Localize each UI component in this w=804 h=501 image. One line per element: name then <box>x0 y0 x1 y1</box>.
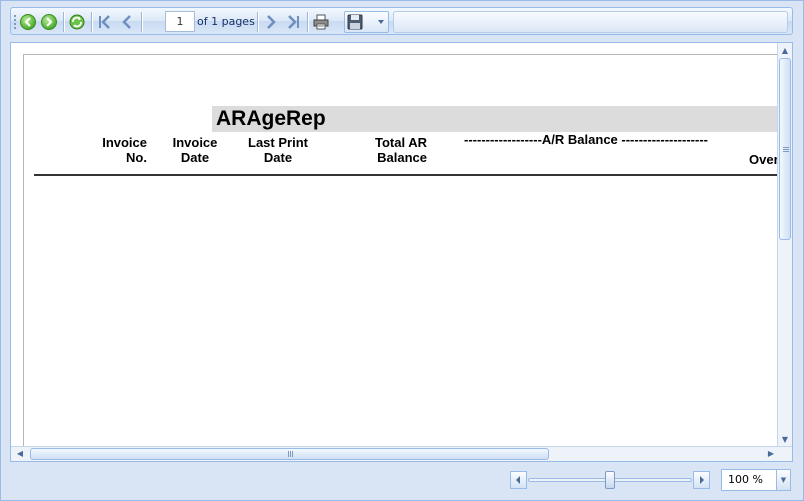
last-page-button[interactable] <box>283 12 303 32</box>
scroll-grip-icon <box>288 451 294 457</box>
zoom-dropdown[interactable]: 100 % ▼ <box>721 469 791 491</box>
report-viewer-window: 1 of 1 pages ARAgeRep Invoice No. Invoic… <box>0 0 804 501</box>
column-header-line: Balance <box>377 150 427 165</box>
zoom-slider-thumb[interactable] <box>605 471 615 489</box>
column-header-line: Invoice <box>172 135 218 150</box>
save-split-button[interactable] <box>344 11 389 33</box>
first-page-icon <box>99 15 110 29</box>
save-icon <box>347 14 363 30</box>
scroll-grip-icon <box>783 147 789 153</box>
print-button[interactable] <box>311 12 331 32</box>
zoom-in-button[interactable] <box>693 471 710 489</box>
scroll-up-icon[interactable]: ▲ <box>779 46 791 56</box>
toolbar: 1 of 1 pages <box>10 7 793 35</box>
last-page-icon <box>288 15 299 29</box>
back-icon <box>20 14 36 30</box>
back-button[interactable] <box>18 12 38 32</box>
zoom-in-icon <box>700 476 704 484</box>
print-icon <box>313 14 329 30</box>
chevron-down-icon[interactable]: ▼ <box>776 470 790 490</box>
ar-balance-header: ------------------A/R Balance ----------… <box>464 132 708 147</box>
first-page-button[interactable] <box>95 12 115 32</box>
header-divider <box>34 174 792 176</box>
report-page: ARAgeRep Invoice No. Invoice Date Last P… <box>23 54 792 454</box>
column-header-total-ar-balance: Total AR Balance <box>364 135 427 165</box>
vertical-scrollbar[interactable]: ▲ ▼ <box>777 43 792 447</box>
toolbar-separator <box>91 12 93 32</box>
scroll-down-icon[interactable]: ▼ <box>779 435 791 445</box>
column-header-invoice-no: Invoice No. <box>99 135 147 165</box>
chevron-down-icon[interactable] <box>378 20 384 24</box>
zoom-out-icon <box>516 476 520 484</box>
toolbar-spacer <box>393 11 788 33</box>
column-header-line: Date <box>263 150 293 165</box>
refresh-button[interactable] <box>67 12 87 32</box>
report-title: ARAgeRep <box>216 107 326 130</box>
horizontal-scroll-thumb[interactable] <box>30 448 549 460</box>
toolbar-separator <box>141 12 143 32</box>
column-header-line: No. <box>126 150 147 165</box>
column-header-line: Last Print <box>248 135 308 150</box>
toolbar-separator <box>63 12 65 32</box>
next-page-button[interactable] <box>261 12 281 32</box>
next-page-icon <box>267 15 276 29</box>
previous-page-button[interactable] <box>117 12 137 32</box>
zoom-value: 100 % <box>728 473 763 486</box>
page-number-input[interactable]: 1 <box>165 11 195 32</box>
refresh-icon <box>69 14 85 30</box>
scroll-left-icon[interactable]: ◀ <box>14 449 26 459</box>
toolbar-separator <box>307 12 309 32</box>
toolbar-separator <box>257 12 259 32</box>
column-header-line: Total AR <box>375 135 427 150</box>
scroll-right-icon[interactable]: ▶ <box>765 449 777 459</box>
column-header-over: Over <box>749 152 779 167</box>
zoom-out-button[interactable] <box>510 471 527 489</box>
forward-icon <box>41 14 57 30</box>
column-header-last-print-date: Last Print Date <box>244 135 312 165</box>
vertical-scroll-thumb[interactable] <box>779 58 791 240</box>
column-header-line: Invoice <box>102 135 147 150</box>
horizontal-scrollbar[interactable]: ◀ ▶ <box>11 446 792 461</box>
report-viewport[interactable]: ARAgeRep Invoice No. Invoice Date Last P… <box>10 42 793 462</box>
previous-page-icon <box>122 15 131 29</box>
column-header-line: Date <box>180 150 210 165</box>
toolbar-grip <box>14 15 16 29</box>
page-count-label: of 1 pages <box>197 15 255 28</box>
forward-button[interactable] <box>39 12 59 32</box>
column-header-invoice-date: Invoice Date <box>170 135 220 165</box>
